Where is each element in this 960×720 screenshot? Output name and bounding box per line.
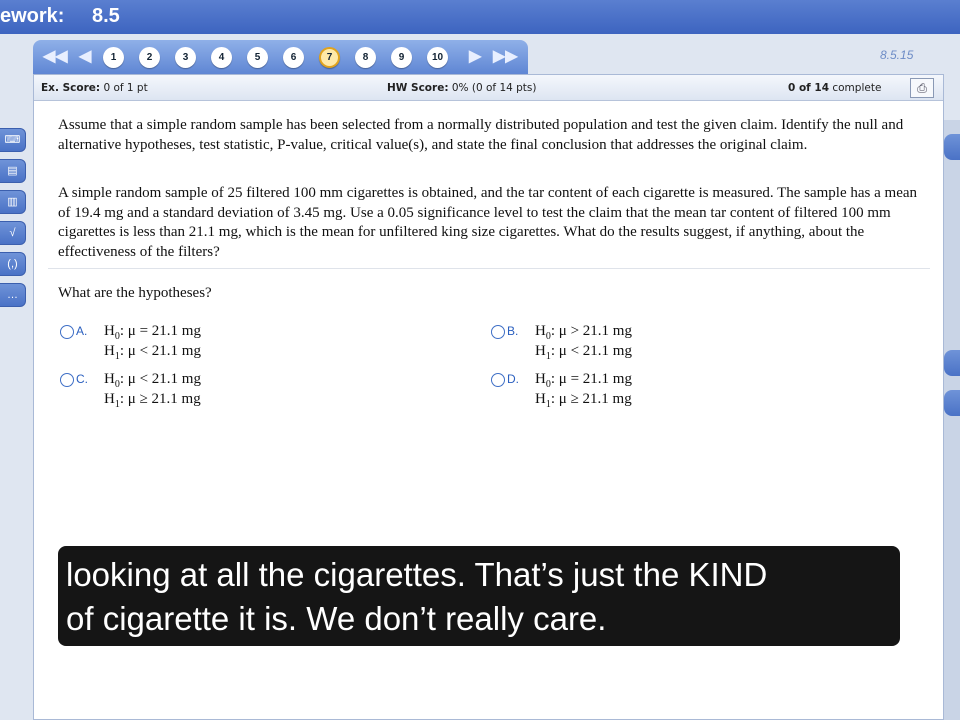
score-bar: Ex. Score: 0 of 1 pt HW Score: 0% (0 of … [34,75,943,101]
option-letter: C. [76,372,88,386]
fraction-tool-icon[interactable]: ▤ [0,159,26,183]
h0-value: 21.1 mg [582,323,632,339]
option-c-h1: H1: μ ≥ 21.1 mg [104,391,201,410]
option-d-radio[interactable] [491,373,505,387]
ex-score-label: Ex. Score: [41,82,101,94]
option-letter: A. [76,324,88,338]
hw-score-label: HW Score: [387,82,449,94]
option-b-h0: H0: μ > 21.1 mg [535,323,632,342]
right-tab-icon[interactable] [944,390,960,416]
homework-score: HW Score: 0% (0 of 14 pts) [387,82,537,94]
section-number: 8.5 [92,5,120,27]
question-button-2[interactable]: 2 [139,47,160,68]
h1-value: 21.1 mg [151,343,201,359]
question-body: A simple random sample of 25 filtered 10… [58,185,918,260]
option-b-radio[interactable] [491,325,505,339]
question-button-1[interactable]: 1 [103,47,124,68]
option-c-h0: H0: μ < 21.1 mg [104,371,201,390]
assignment-title-bar: ework: 8.5 [0,0,960,34]
h0-value: 21.1 mg [151,371,201,387]
complete-label: complete [832,82,882,94]
matrix-tool-icon[interactable]: ▥ [0,190,26,214]
question-prompt: What are the hypotheses? [58,285,212,301]
right-sidebar-strip [944,120,960,720]
question-id: 8.5.15 [880,48,914,62]
h0-value: 21.1 mg [151,323,201,339]
right-tab-icon[interactable] [944,350,960,376]
question-button-6[interactable]: 6 [283,47,304,68]
h0-relation: < [139,371,149,387]
option-b-h1: H1: μ < 21.1 mg [535,343,632,362]
completion-status: 0 of 14 complete [788,82,881,94]
question-button-4[interactable]: 4 [211,47,232,68]
exercise-score: Ex. Score: 0 of 1 pt [41,82,148,94]
question-button-10[interactable]: 10 [427,47,448,68]
question-instructions: Assume that a simple random sample has b… [58,117,904,153]
left-toolbar: ⌨ ▤ ▥ √ (,) … [0,128,28,314]
print-icon[interactable]: ⎙ [910,78,934,98]
divider [48,268,930,269]
question-nav: ◀◀ ◀ 1 2 3 4 5 6 7 8 9 10 ▶ ▶▶ [33,40,528,74]
interval-tool-icon[interactable]: (,) [0,252,26,276]
h0-value: 21.1 mg [582,371,632,387]
question-button-3[interactable]: 3 [175,47,196,68]
question-button-5[interactable]: 5 [247,47,268,68]
last-question-icon[interactable]: ▶▶ [493,46,518,66]
option-d-h1: H1: μ ≥ 21.1 mg [535,391,632,410]
question-button-7-current[interactable]: 7 [319,47,340,68]
option-letter: D. [507,372,519,386]
sqrt-tool-icon[interactable]: √ [0,221,26,245]
prev-question-icon[interactable]: ◀ [79,46,91,66]
caption-line-2: of cigarette it is. We don’t really care… [66,600,607,637]
hw-score-value: 0% (0 of 14 pts) [451,82,537,94]
ex-score-value: 0 of 1 pt [103,82,148,94]
h1-value: 21.1 mg [582,391,632,407]
option-letter: B. [507,324,519,338]
right-tab-icon[interactable] [944,134,960,160]
h0-relation: = [139,323,149,339]
option-a-h1: H1: μ < 21.1 mg [104,343,201,362]
question-button-8[interactable]: 8 [355,47,376,68]
calculator-tool-icon[interactable]: ⌨ [0,128,26,152]
caption-line-1: looking at all the cigarettes. That’s ju… [66,556,768,593]
h1-relation: ≥ [570,391,579,407]
assignment-label: ework: [0,5,65,27]
complete-count: 0 of 14 [788,82,830,94]
option-d-h0: H0: μ = 21.1 mg [535,371,632,390]
option-a-radio[interactable] [60,325,74,339]
h1-value: 21.1 mg [151,391,201,407]
next-question-icon[interactable]: ▶ [469,46,481,66]
h1-relation: < [139,343,149,359]
h1-relation: ≥ [139,391,148,407]
question-button-9[interactable]: 9 [391,47,412,68]
more-tools-icon[interactable]: … [0,283,26,307]
option-c-radio[interactable] [60,373,74,387]
h0-relation: = [570,371,580,387]
h1-value: 21.1 mg [582,343,632,359]
video-caption: looking at all the cigarettes. That’s ju… [58,546,900,646]
option-a-h0: H0: μ = 21.1 mg [104,323,201,342]
first-question-icon[interactable]: ◀◀ [43,46,68,66]
h0-relation: > [570,323,580,339]
h1-relation: < [570,343,580,359]
